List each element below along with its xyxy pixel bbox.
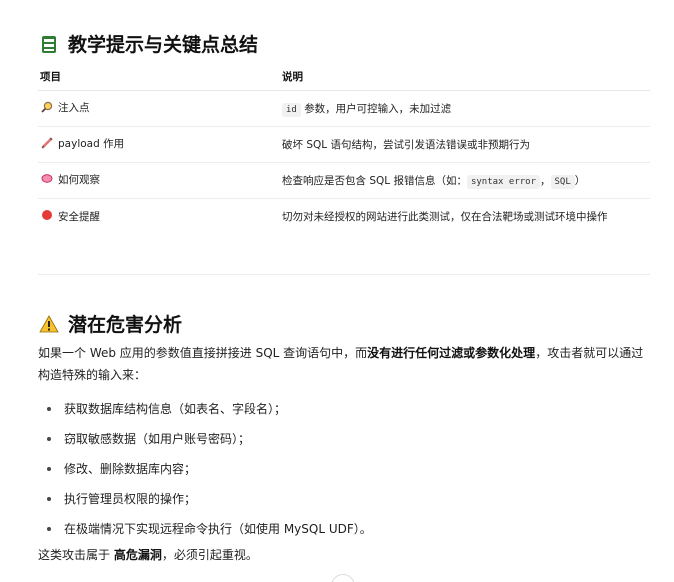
table-row: 安全提醒 切勿对未经授权的网站进行此类测试，仅在合法靶场或测试环境中操作 — [38, 198, 650, 234]
scroll-down-button[interactable] — [331, 574, 355, 582]
inline-code: SQL — [550, 174, 575, 189]
speech-bubble-icon — [40, 173, 54, 188]
syringe-icon — [40, 137, 54, 152]
section-title: 潜在危害分析 — [68, 314, 183, 336]
inline-code: syntax error — [466, 174, 540, 189]
conclusion-paragraph: 这类攻击属于 高危漏洞，必须引起重视。 — [38, 548, 258, 562]
table-row: 注入点 id 参数，用户可控输入，未加过滤 — [38, 90, 650, 127]
clipboard-icon — [38, 33, 60, 55]
table-cell-item: 如何观察 — [38, 162, 282, 199]
table-cell-item: 注入点 — [38, 90, 282, 127]
table-cell-item: 安全提醒 — [38, 198, 282, 234]
table-cell-desc: 切勿对未经授权的网站进行此类测试，仅在合法靶场或测试环境中操作 — [282, 210, 608, 223]
list-item: 执行管理员权限的操作； — [38, 484, 650, 514]
section-heading-risk-analysis: 潜在危害分析 — [38, 310, 182, 337]
intro-paragraph: 如果一个 Web 应用的参数值直接拼接进 SQL 查询语句中，而没有进行任何过滤… — [38, 346, 644, 382]
column-header-item: 项目 — [38, 64, 282, 91]
warning-icon — [38, 313, 60, 335]
section-title: 教学提示与关键点总结 — [68, 34, 259, 56]
table-cell-item: payload 作用 — [38, 126, 282, 163]
table-row: 如何观察 检查响应是否包含 SQL 报错信息（如： syntax error， SQ… — [38, 162, 650, 199]
table-row: payload 作用 破坏 SQL 语句结构，尝试引发语法错误或非预期行为 — [38, 126, 650, 163]
risk-list: 获取数据库结构信息（如表名、字段名）； 窃取敏感数据（如用户账号密码）； 修改、… — [38, 394, 650, 544]
magnifier-icon — [40, 101, 54, 116]
list-item: 修改、删除数据库内容； — [38, 454, 650, 484]
table-cell-desc: 破坏 SQL 语句结构，尝试引发语法错误或非预期行为 — [282, 126, 650, 163]
table-header-row: 项目 说明 — [38, 64, 650, 91]
section-divider — [38, 274, 650, 275]
red-circle-icon — [40, 209, 54, 224]
list-item: 获取数据库结构信息（如表名、字段名）； — [38, 394, 650, 424]
section-heading-teaching-tips: 教学提示与关键点总结 — [38, 30, 258, 57]
list-item: 窃取敏感数据（如用户账号密码）； — [38, 424, 650, 454]
table-cell-desc: 检查响应是否包含 SQL 报错信息（如： syntax error， SQL） — [282, 162, 650, 199]
inline-code: id — [282, 102, 301, 117]
list-item: 在极端情况下实现远程命令执行（如使用 MySQL UDF）。 — [38, 514, 650, 544]
column-header-desc: 说明 — [282, 64, 650, 91]
tips-table: 项目 说明 注入点 id 参数，用户可控输入，未加过滤 payload 作用 破… — [38, 64, 650, 234]
table-cell-desc: id 参数，用户可控输入，未加过滤 — [282, 90, 650, 127]
